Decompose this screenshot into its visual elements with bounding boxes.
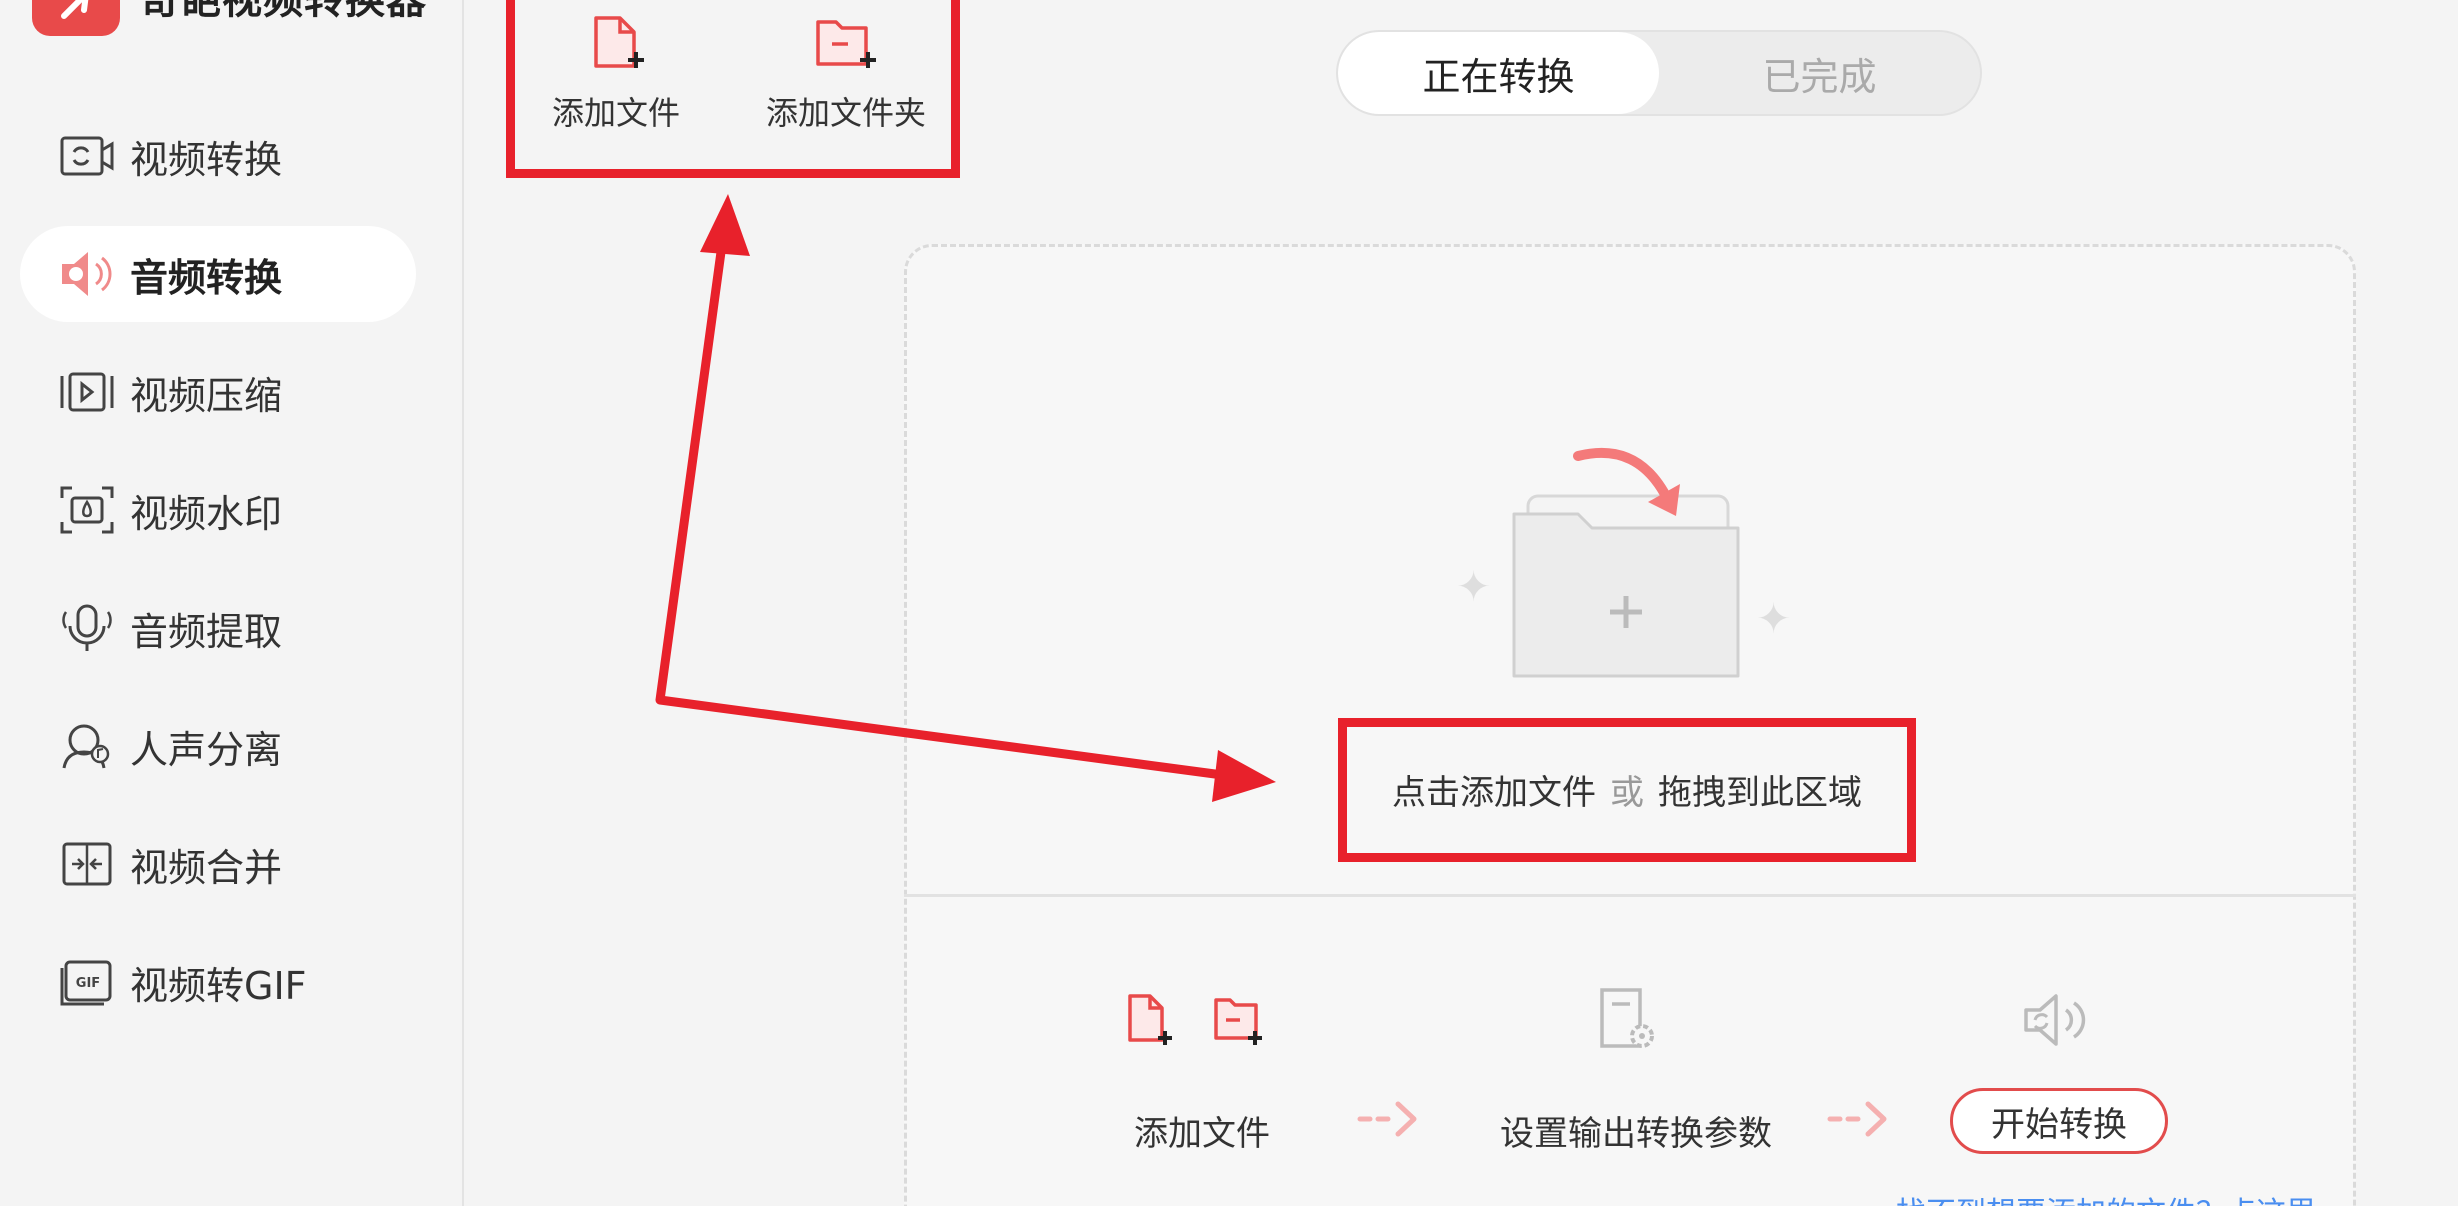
svg-text:GIF: GIF (76, 976, 100, 991)
sidebar-item-label: 视频转GIF (130, 963, 307, 1008)
help-link[interactable]: 找不到想要添加的文件？点这里 (1896, 1188, 2316, 1206)
sidebar-item-audio-extract[interactable]: 音频提取 (20, 580, 416, 676)
app-brand: 奇葩视频转换器 (32, 0, 427, 36)
tab-converting[interactable]: 正在转换 (1338, 32, 1659, 114)
step-set-params-label: 设置输出转换参数 (1500, 1114, 1772, 1154)
video-watermark-icon (60, 486, 114, 534)
sidebar: 奇葩视频转换器 视频转换 音频转换 视频压缩 视频水印 音频提取 人声分离 视频… (0, 0, 464, 1206)
sidebar-item-video-convert[interactable]: 视频转换 (20, 108, 416, 204)
video-compress-icon (60, 372, 114, 412)
step-arrow-icon (1357, 1101, 1417, 1137)
step-arrow-icon (1827, 1101, 1887, 1137)
sidebar-item-label: 视频压缩 (130, 373, 283, 418)
tab-completed[interactable]: 已完成 (1659, 32, 1980, 114)
sidebar-item-label: 视频转换 (130, 137, 283, 182)
drop-prompt-highlight-box (1338, 718, 1916, 862)
toolbar-highlight-box (506, 0, 960, 178)
audio-convert-icon (62, 252, 112, 296)
video-merge-icon (62, 842, 112, 886)
sidebar-item-label: 视频合并 (130, 845, 283, 890)
sidebar-item-video-to-gif[interactable]: GIF 视频转GIF (20, 934, 416, 1030)
status-tabs: 正在转换 已完成 (1336, 30, 1982, 116)
app-logo (32, 0, 120, 36)
sidebar-item-video-watermark[interactable]: 视频水印 (20, 462, 416, 558)
audio-extract-icon (62, 604, 112, 651)
sidebar-item-vocal-separation[interactable]: 人声分离 (20, 698, 416, 794)
sidebar-item-label: 音频提取 (130, 609, 283, 654)
step-add-file-icons (1128, 994, 1262, 1045)
settings-file-icon (1600, 988, 1654, 1048)
sparkle-icon: ✦ (1756, 594, 1792, 643)
start-convert-button[interactable]: 开始转换 (1950, 1088, 2168, 1154)
arrow-head-up-icon (700, 194, 750, 256)
dropzone-divider (904, 894, 2356, 897)
sidebar-item-label: 人声分离 (130, 727, 283, 772)
sidebar-item-video-merge[interactable]: 视频合并 (20, 816, 416, 912)
audio-convert-icon (2024, 994, 2086, 1046)
folder-drop-icon[interactable] (1458, 430, 1758, 690)
sidebar-item-label: 音频转换 (130, 255, 283, 300)
app-name: 奇葩视频转换器 (140, 0, 427, 23)
sidebar-item-video-compress[interactable]: 视频压缩 (20, 344, 416, 440)
video-convert-icon (60, 136, 114, 176)
vocal-separation-icon (62, 724, 110, 769)
folder-add-icon (1214, 998, 1262, 1045)
file-add-icon (1128, 994, 1172, 1045)
sidebar-item-audio-convert[interactable]: 音频转换 (20, 226, 416, 322)
sidebar-item-label: 视频水印 (130, 491, 283, 536)
step-add-file-label: 添加文件 (1134, 1114, 1270, 1154)
video-to-gif-icon: GIF (60, 960, 112, 1006)
